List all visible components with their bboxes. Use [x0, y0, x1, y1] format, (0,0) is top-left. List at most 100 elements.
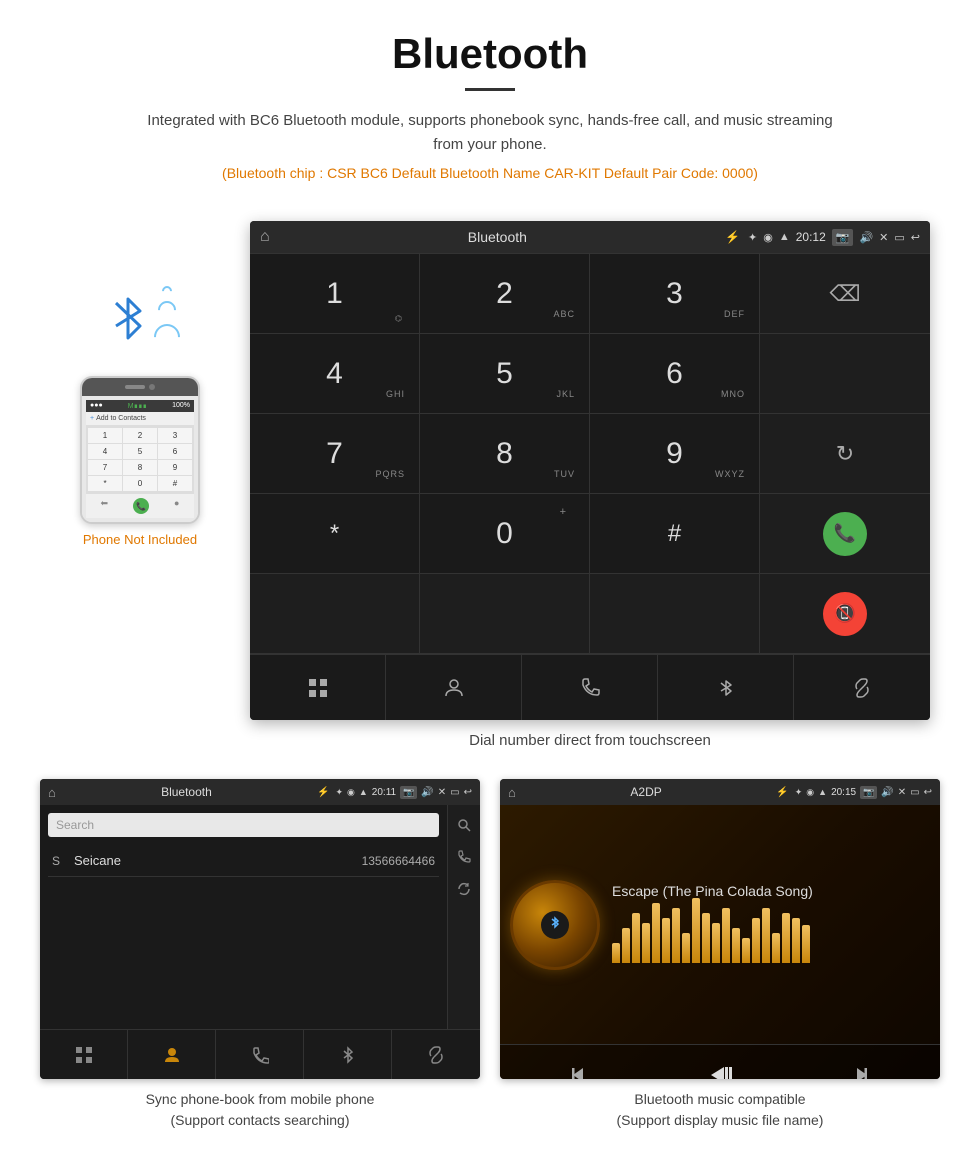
play-pause-button[interactable]	[700, 1055, 740, 1079]
ms-bt-icon: ✦	[795, 787, 803, 798]
dial-key-4[interactable]: 4 GHI	[250, 334, 420, 414]
main-screen-caption: Dial number direct from touchscreen	[469, 720, 711, 754]
bottom-btn-phone[interactable]	[522, 655, 658, 720]
pb-search-icon[interactable]	[452, 813, 476, 837]
pb-nav-grid[interactable]	[40, 1030, 128, 1079]
pb-nav-person[interactable]	[128, 1030, 216, 1079]
grid-icon	[307, 677, 329, 699]
camera-icon[interactable]: 📷	[832, 229, 854, 246]
phone-key-1[interactable]: 1	[88, 428, 122, 443]
album-art-inner	[541, 911, 569, 939]
phone-key-2[interactable]: 2	[123, 428, 157, 443]
prev-track-button[interactable]	[560, 1055, 600, 1079]
dial-key-9[interactable]: 9 WXYZ	[590, 414, 760, 494]
phone-key-9[interactable]: 9	[158, 460, 192, 475]
window-icon[interactable]: ▭	[894, 231, 904, 244]
music-section: ⌂ A2DP ⚡ ✦ ◉ ▲ 20:15 📷 🔊 ✕ ▭ ↩	[500, 779, 940, 1131]
pb-screen-title: Bluetooth	[62, 785, 311, 799]
pb-back-icon[interactable]: ↩	[464, 787, 472, 798]
next-track-button[interactable]	[840, 1055, 880, 1079]
dial-key-6[interactable]: 6 MNO	[590, 334, 760, 414]
pb-win-icon[interactable]: ▭	[450, 787, 459, 798]
phone-key-hash[interactable]: #	[158, 476, 192, 491]
call-icon-green: 📞	[834, 523, 856, 544]
dial-key-star[interactable]: *	[250, 494, 420, 574]
eq-bar	[722, 908, 730, 963]
call-button-red[interactable]: 📵	[823, 592, 867, 636]
ms-status-icons: ✦ ◉ ▲ 20:15 📷 🔊 ✕ ▭ ↩	[795, 786, 932, 799]
dial-key-7[interactable]: 7 PQRS	[250, 414, 420, 494]
bottom-btn-grid[interactable]	[250, 655, 386, 720]
end-call-icon: 📵	[834, 603, 856, 624]
ms-x-icon[interactable]: ✕	[898, 787, 906, 798]
pb-phone-icon[interactable]	[452, 845, 476, 869]
car-screen-title: Bluetooth	[278, 229, 717, 245]
phone-call-button[interactable]: 📞	[133, 498, 149, 514]
bottom-btn-contacts[interactable]	[386, 655, 522, 720]
close-icon[interactable]: ✕	[879, 231, 888, 244]
eq-bar	[712, 923, 720, 963]
eq-bar	[652, 903, 660, 963]
wifi-waves-icon	[162, 286, 180, 350]
volume-icon[interactable]: 🔊	[859, 231, 873, 244]
phone-key-6[interactable]: 6	[158, 444, 192, 459]
back-icon[interactable]: ↩	[911, 231, 920, 244]
pb-x-icon[interactable]: ✕	[438, 787, 446, 798]
phone-icon	[579, 677, 601, 699]
contact-number: 13566664466	[362, 854, 435, 868]
ms-cam-icon[interactable]: 📷	[860, 786, 877, 799]
bluetooth-status-icon: ✦	[748, 231, 757, 244]
eq-bar	[772, 933, 780, 963]
usb-icon: ⚡	[725, 230, 740, 244]
dial-key-8[interactable]: 8 TUV	[420, 414, 590, 494]
phone-key-7[interactable]: 7	[88, 460, 122, 475]
time-display: 20:12	[796, 230, 826, 244]
bluetooth-icon-area	[100, 281, 180, 361]
dial-key-3[interactable]: 3 DEF	[590, 254, 760, 334]
phone-key-star[interactable]: *	[88, 476, 122, 491]
dial-key-2[interactable]: 2 ABC	[420, 254, 590, 334]
pb-nav-bt[interactable]	[304, 1030, 392, 1079]
phone-key-8[interactable]: 8	[123, 460, 157, 475]
contact-row[interactable]: S Seicane 13566664466	[48, 845, 439, 877]
bottom-btn-bluetooth[interactable]	[658, 655, 794, 720]
music-info: Escape (The Pina Colada Song)	[612, 883, 930, 967]
pb-cam-icon[interactable]: 📷	[400, 786, 417, 799]
dial-key-1[interactable]: 1 ⌬	[250, 254, 420, 334]
search-bar[interactable]: Search	[48, 813, 439, 837]
pb-vol-icon[interactable]: 🔊	[421, 787, 433, 798]
pb-refresh-icon[interactable]	[452, 877, 476, 901]
eq-bar	[742, 938, 750, 963]
main-section: ●●●M∎∎∎100% +Add to Contacts 1 2 3 4 5 6…	[0, 211, 980, 764]
phone-key-3[interactable]: 3	[158, 428, 192, 443]
dial-key-hash[interactable]: #	[590, 494, 760, 574]
dial-key-5[interactable]: 5 JKL	[420, 334, 590, 414]
bottom-btn-link[interactable]	[794, 655, 930, 720]
home-icon[interactable]: ⌂	[260, 228, 270, 246]
dial-end-call[interactable]: 📵	[760, 574, 930, 654]
dial-key-0[interactable]: 0 +	[420, 494, 590, 574]
ms-vol-icon[interactable]: 🔊	[881, 787, 893, 798]
pb-home-icon[interactable]: ⌂	[48, 785, 56, 800]
play-pause-icon	[706, 1061, 734, 1079]
phone-key-0[interactable]: 0	[123, 476, 157, 491]
phone-mockup: ●●●M∎∎∎100% +Add to Contacts 1 2 3 4 5 6…	[80, 376, 200, 524]
call-button-green[interactable]: 📞	[823, 512, 867, 556]
eq-bar	[762, 908, 770, 963]
redial-icon[interactable]: ↻	[836, 441, 854, 467]
ms-sig-icon: ▲	[818, 787, 827, 797]
page-header: Bluetooth Integrated with BC6 Bluetooth …	[0, 0, 980, 211]
pb-nav-link[interactable]	[392, 1030, 480, 1079]
phone-key-5[interactable]: 5	[123, 444, 157, 459]
pb-bottom-nav	[40, 1029, 480, 1079]
dial-call-green[interactable]: 📞	[760, 494, 930, 574]
dial-empty-row5-1	[250, 574, 420, 654]
ms-back-icon[interactable]: ↩	[924, 787, 932, 798]
phone-add-contact-bar: +Add to Contacts	[86, 412, 194, 426]
pb-nav-phone[interactable]	[216, 1030, 304, 1079]
ms-home-icon[interactable]: ⌂	[508, 785, 516, 800]
backspace-icon[interactable]: ⌫	[829, 281, 860, 307]
ms-win-icon[interactable]: ▭	[910, 787, 919, 798]
phonebook-section: ⌂ Bluetooth ⚡ ✦ ◉ ▲ 20:11 📷 🔊 ✕ ▭ ↩	[40, 779, 480, 1131]
phone-key-4[interactable]: 4	[88, 444, 122, 459]
